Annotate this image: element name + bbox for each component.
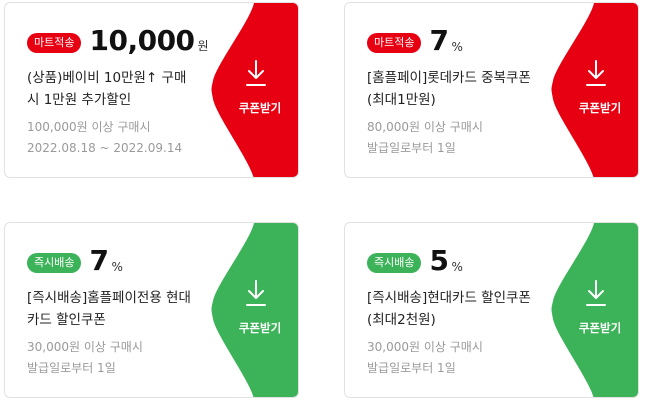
get-coupon-button[interactable]: 쿠폰받기	[550, 3, 638, 177]
coupon-title-line: 카드 할인쿠폰	[27, 312, 106, 328]
coupon-period: 발급일로부터 1일	[367, 361, 456, 375]
coupon-type-badge: 마트적송	[367, 33, 422, 53]
coupon-title: [즉시배송]홈플페이전용 현대 카드 할인쿠폰	[27, 287, 217, 331]
discount-unit: %	[451, 260, 463, 274]
coupon-info: 마트적송 7 % [홈플페이]롯데카드 중복쿠폰 (최대1만원) 80,000원…	[367, 25, 557, 159]
discount-unit: %	[451, 40, 463, 54]
coupon-title-line: 시 1만원 추가할인	[27, 92, 132, 108]
discount-unit: 원	[197, 39, 209, 53]
coupon-title-line: [즉시배송]홈플페이전용 현대	[27, 290, 191, 306]
get-coupon-button[interactable]: 쿠폰받기	[550, 223, 638, 397]
coupon-tab-shape	[211, 3, 298, 177]
discount-unit: %	[111, 260, 123, 274]
download-icon	[586, 60, 606, 86]
coupon-title-line: (상품)베이비 10만원↑ 구매	[27, 70, 187, 86]
coupon-period: 발급일로부터 1일	[367, 141, 456, 155]
coupon-tab-shape	[551, 223, 638, 397]
get-coupon-label: 쿠폰받기	[238, 101, 282, 115]
download-icon	[586, 280, 606, 306]
get-coupon-label: 쿠폰받기	[238, 321, 282, 335]
download-icon	[246, 280, 266, 306]
coupon-type-badge: 즉시배송	[367, 253, 422, 273]
coupon-title-line: [홈플페이]롯데카드 중복쿠폰	[367, 70, 531, 86]
coupon-title-line: [즉시배송]현대카드 할인쿠폰	[367, 290, 531, 306]
coupon-condition: 30,000원 이상 구매시	[367, 340, 483, 354]
coupon-title: [홈플페이]롯데카드 중복쿠폰 (최대1만원)	[367, 67, 557, 111]
coupon-title-line: (최대1만원)	[367, 92, 436, 108]
discount-value: 5	[429, 244, 449, 277]
get-coupon-label: 쿠폰받기	[578, 321, 622, 335]
coupon-type-badge: 즉시배송	[27, 253, 82, 273]
coupon-title: (상품)베이비 10만원↑ 구매 시 1만원 추가할인	[27, 67, 217, 111]
get-coupon-label: 쿠폰받기	[578, 101, 622, 115]
coupon-tab-shape	[551, 3, 638, 177]
coupon-period: 2022.08.18 ~ 2022.09.14	[27, 141, 183, 155]
coupon-condition: 100,000원 이상 구매시	[27, 120, 151, 134]
discount-value: 7	[429, 24, 449, 57]
coupon-type-badge: 마트적송	[27, 33, 82, 53]
discount-value: 10,000	[89, 24, 195, 57]
coupon-info: 마트적송 10,000 원 (상품)베이비 10만원↑ 구매 시 1만원 추가할…	[27, 25, 217, 159]
coupon-condition: 80,000원 이상 구매시	[367, 120, 483, 134]
coupon-info: 즉시배송 7 % [즉시배송]홈플페이전용 현대 카드 할인쿠폰 30,000원…	[27, 245, 217, 379]
coupon-card: 즉시배송 5 % [즉시배송]현대카드 할인쿠폰 (최대2천원) 30,000원…	[344, 222, 639, 398]
get-coupon-button[interactable]: 쿠폰받기	[210, 3, 298, 177]
coupon-title: [즉시배송]현대카드 할인쿠폰 (최대2천원)	[367, 287, 557, 331]
coupon-card: 즉시배송 7 % [즉시배송]홈플페이전용 현대 카드 할인쿠폰 30,000원…	[4, 222, 299, 398]
coupon-period: 발급일로부터 1일	[27, 361, 116, 375]
coupon-card: 마트적송 7 % [홈플페이]롯데카드 중복쿠폰 (최대1만원) 80,000원…	[344, 2, 639, 178]
discount-value: 7	[89, 244, 109, 277]
download-icon	[246, 60, 266, 86]
coupon-tab-shape	[211, 223, 298, 397]
coupon-condition: 30,000원 이상 구매시	[27, 340, 143, 354]
get-coupon-button[interactable]: 쿠폰받기	[210, 223, 298, 397]
coupon-info: 즉시배송 5 % [즉시배송]현대카드 할인쿠폰 (최대2천원) 30,000원…	[367, 245, 557, 379]
coupon-card: 마트적송 10,000 원 (상품)베이비 10만원↑ 구매 시 1만원 추가할…	[4, 2, 299, 178]
coupon-title-line: (최대2천원)	[367, 312, 436, 328]
